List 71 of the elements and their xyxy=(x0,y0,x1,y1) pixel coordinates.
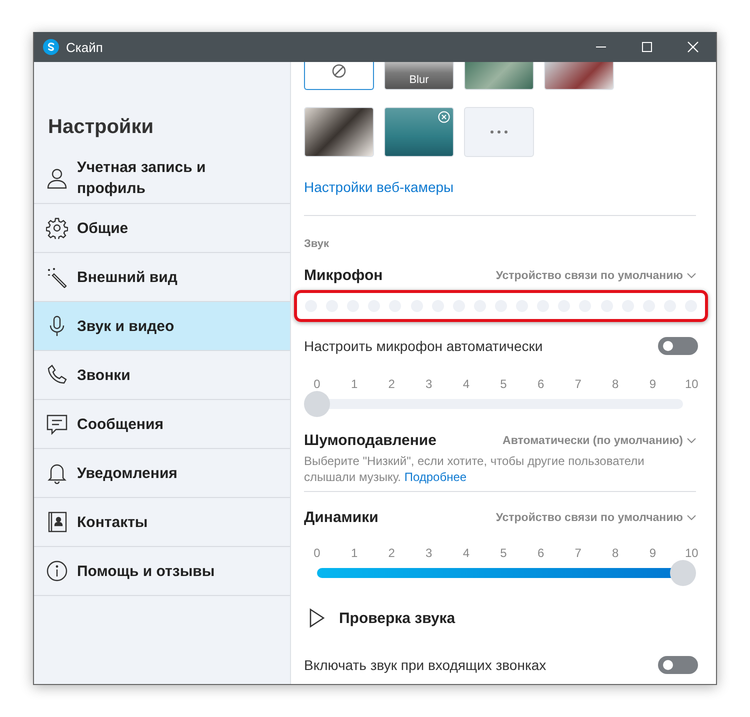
microphone-device-dropdown[interactable]: Устройство связи по умолчанию xyxy=(496,270,696,282)
message-icon xyxy=(46,413,68,435)
tick-label: 3 xyxy=(424,546,434,560)
background-photo-tile[interactable] xyxy=(304,107,374,157)
tick-label: 4 xyxy=(462,377,471,391)
webcam-settings-link[interactable]: Настройки веб-камеры xyxy=(304,179,454,195)
tick-label: 5 xyxy=(499,546,508,560)
app-logo-icon xyxy=(43,39,59,55)
sidebar-item[interactable]: Помощь и отзывы xyxy=(34,547,290,596)
sidebar-item[interactable]: Уведомления xyxy=(34,449,290,498)
section-label: Звук xyxy=(304,238,330,250)
tick-label: 9 xyxy=(648,377,658,391)
tick-label: 1 xyxy=(350,377,359,391)
noise-suppression-dropdown[interactable]: Автоматически (по умолчанию) xyxy=(502,434,696,446)
more-icon xyxy=(490,130,508,134)
tick-label: 6 xyxy=(536,546,546,560)
noise-suppression-heading: Шумоподавление xyxy=(304,432,436,449)
noise-suppression-hint: Выберите "Низкий", если хотите, чтобы другие пользователи слышали музыку. Подробнее xyxy=(304,453,646,485)
bell-icon xyxy=(46,462,68,484)
phone-icon xyxy=(46,364,68,386)
auto-adjust-label: Настроить микрофон автоматически xyxy=(304,338,543,354)
tick-label: 0 xyxy=(312,546,322,560)
tick-label: 8 xyxy=(611,546,620,560)
chevron-down-icon xyxy=(687,272,696,278)
sidebar-item[interactable]: Звук и видео xyxy=(34,302,290,351)
sidebar-item[interactable]: Звонки xyxy=(34,351,290,400)
slider-thumb[interactable] xyxy=(304,391,330,417)
sidebar-item[interactable]: Контакты xyxy=(34,498,290,547)
tick-label: 5 xyxy=(499,377,508,391)
blur-background-tile[interactable]: Blur xyxy=(384,62,454,90)
tick-label: 6 xyxy=(536,377,546,391)
speakers-heading: Динамики xyxy=(304,509,378,526)
slider-thumb[interactable] xyxy=(670,560,696,586)
toggle-switch[interactable] xyxy=(658,337,698,355)
tick-label: 8 xyxy=(611,377,620,391)
settings-icon xyxy=(46,217,68,239)
microphone-heading: Микрофон xyxy=(304,267,383,284)
no-background-tile[interactable] xyxy=(304,62,374,90)
background-photo-tile[interactable] xyxy=(384,107,454,157)
magic-wand-icon xyxy=(46,266,68,288)
window-title: Скайп xyxy=(66,40,103,54)
person-icon xyxy=(46,167,68,189)
info-icon xyxy=(46,560,68,582)
background-photo-tile[interactable] xyxy=(464,62,534,90)
tick-label: 7 xyxy=(574,377,582,391)
chevron-down-icon xyxy=(687,438,696,444)
maximize-icon xyxy=(641,41,653,53)
tick-label: 9 xyxy=(648,546,658,560)
sidebar-item[interactable]: Учетная запись и профиль xyxy=(34,153,290,204)
prohibited-icon xyxy=(332,64,346,78)
tick-label: 3 xyxy=(424,377,434,391)
speakers-device-dropdown[interactable]: Устройство связи по умолчанию xyxy=(496,512,696,524)
tick-label: 0 xyxy=(312,377,322,391)
tick-label: 1 xyxy=(350,546,359,560)
incoming-calls-sound-label: Включать звук при входящих звонках xyxy=(304,657,546,673)
remove-icon[interactable] xyxy=(438,111,450,123)
sidebar-item[interactable]: Общие xyxy=(34,204,290,253)
sidebar-heading: Настройки xyxy=(47,116,155,140)
learn-more-link[interactable]: Подробнее xyxy=(404,470,467,484)
toggle-switch[interactable] xyxy=(658,656,698,674)
play-icon xyxy=(309,608,325,628)
sidebar-item[interactable]: Сообщения xyxy=(34,400,290,449)
tick-label: 7 xyxy=(574,546,582,560)
tick-label: 2 xyxy=(387,546,396,560)
test-sound-button[interactable]: Проверка звука xyxy=(304,608,456,628)
chevron-down-icon xyxy=(687,514,696,520)
contact-card-icon xyxy=(46,511,68,533)
close-icon xyxy=(687,41,699,53)
tick-label: 2 xyxy=(387,377,396,391)
background-photo-tile[interactable] xyxy=(544,62,614,90)
tick-label: 4 xyxy=(462,546,471,560)
